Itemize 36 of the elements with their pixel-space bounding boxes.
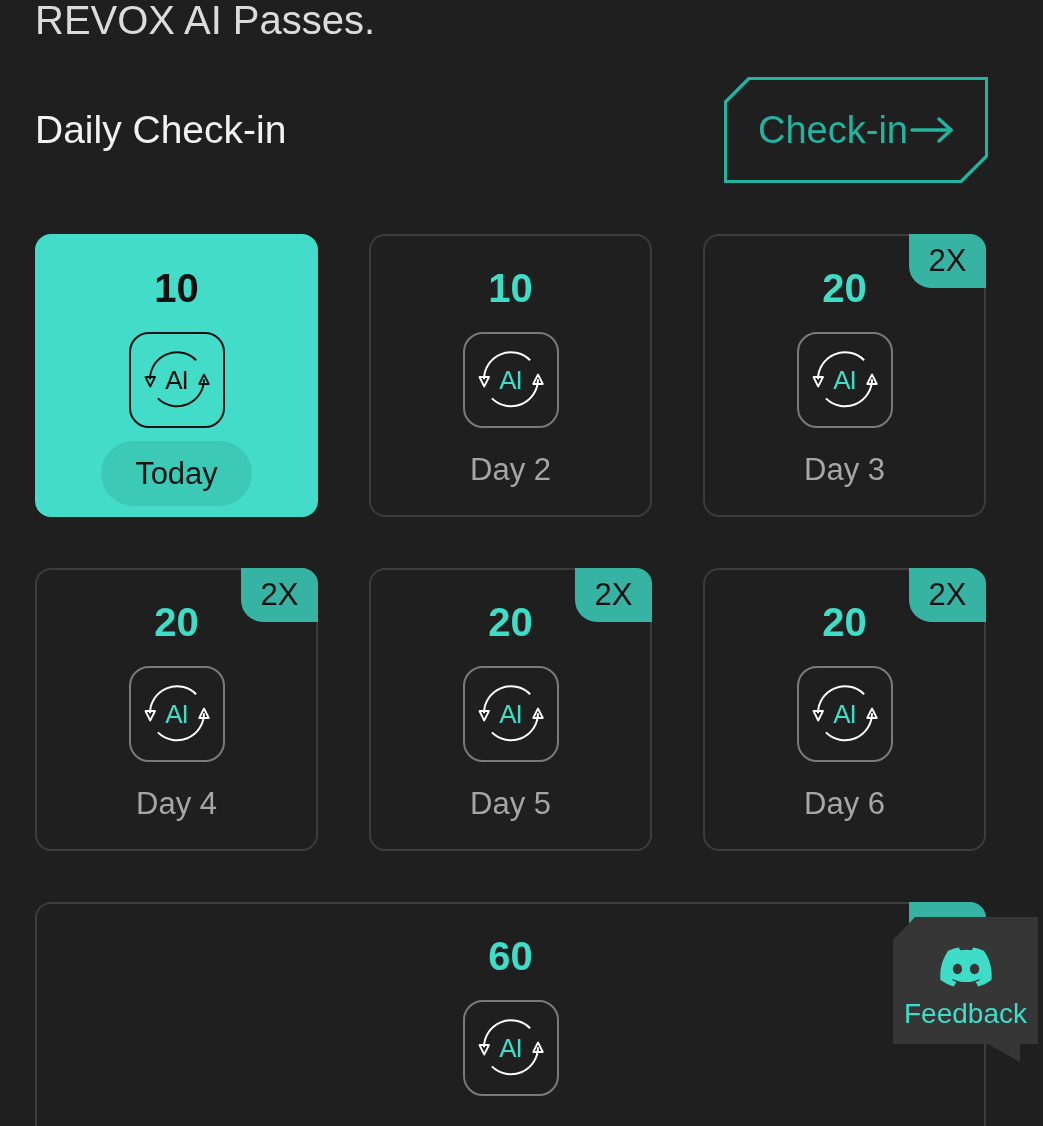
check-in-button[interactable]: Check-in [724,77,988,183]
day-label: Today [101,441,252,506]
day-label: Day 6 [804,785,885,823]
token-label: AI [165,701,188,727]
day-label: Day 4 [136,785,217,823]
circular-arrows-icon [143,685,210,743]
points-value: 20 [154,600,199,644]
bonus-tag: 2X [241,568,318,622]
token-label: AI [499,367,522,393]
day-label: Day 3 [804,451,885,489]
points-value: 20 [488,600,533,644]
circular-arrows-icon [811,351,878,409]
day-label: Day 5 [470,785,551,823]
circular-arrows-icon [143,351,210,409]
token-label: AI [833,367,856,393]
token-label: AI [499,1035,522,1061]
day-label: Day 2 [470,451,551,489]
points-value: 10 [488,266,533,310]
feedback-button[interactable]: Feedback [893,917,1038,1062]
points-value: 10 [154,266,199,310]
bonus-tag: 2X [909,568,986,622]
intro-text: REVOX AI Passes. [35,0,376,40]
points-value: 20 [822,266,867,310]
bonus-tag: 2X [909,234,986,288]
circular-arrows-icon [477,1019,544,1077]
circular-arrows-icon [477,351,544,409]
points-value: 60 [488,934,533,978]
arrow-right-icon [909,116,954,144]
bonus-tag: 2X [575,568,652,622]
token-label: AI [833,701,856,727]
circular-arrows-icon [477,685,544,743]
points-value: 20 [822,600,867,644]
circular-arrows-icon [811,685,878,743]
token-label: AI [165,367,188,393]
section-title: Daily Check-in [35,107,287,153]
token-label: AI [499,701,522,727]
